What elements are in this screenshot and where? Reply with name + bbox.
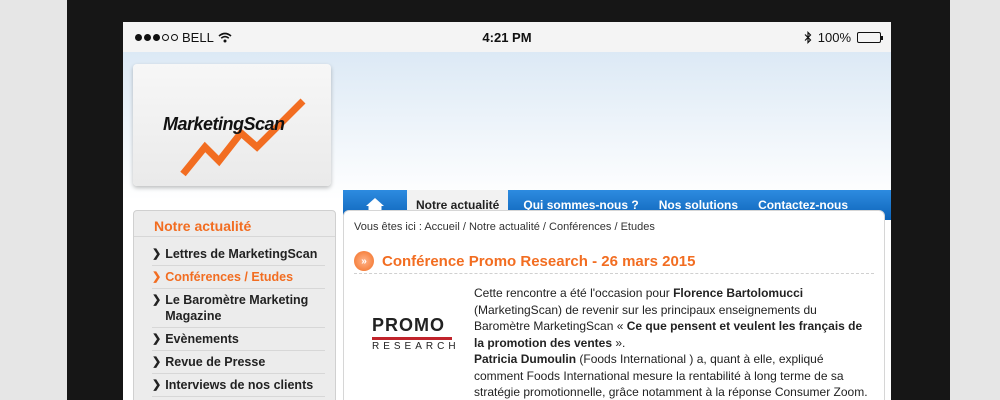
sidebar: Notre actualité ❯ Lettres de MarketingSca… <box>133 210 336 400</box>
double-chevron-icon: » <box>354 251 374 271</box>
sidebar-item-label: Evènements <box>165 332 239 346</box>
sidebar-item-label: Le Baromètre Marketing Magazine <box>165 293 309 323</box>
article-heading: » Conférence Promo Research - 26 mars 20… <box>354 251 695 271</box>
article-paragraph-1: Cette rencontre a été l'occasion pour Fl… <box>474 285 874 351</box>
chevron-right-icon: ❯ <box>152 333 162 345</box>
article-body: Cette rencontre a été l'occasion pour Fl… <box>474 285 874 400</box>
title-divider <box>354 273 874 274</box>
chevron-right-icon: ❯ <box>152 379 162 391</box>
bluetooth-icon <box>804 31 812 44</box>
main-content: Vous êtes ici : Accueil / Notre actualit… <box>343 210 885 400</box>
promo-research-logo: PROMO RESEARCH <box>372 315 460 352</box>
tablet-screen: BELL 4:21 PM 100% MarketingScan Notre ac… <box>123 22 891 400</box>
promo-logo-bottom: RESEARCH <box>372 341 460 352</box>
sidebar-item-evenements[interactable]: ❯ Evènements <box>152 328 325 351</box>
status-right: 100% <box>804 30 883 45</box>
sidebar-item-label: Lettres de MarketingScan <box>165 247 318 261</box>
para1-text-3: ». <box>612 335 626 350</box>
sidebar-menu: ❯ Lettres de MarketingScan ❯ Conférences /… <box>152 243 325 397</box>
breadcrumb: Vous êtes ici : Accueil / Notre actualit… <box>354 221 655 233</box>
battery-icon <box>857 32 883 43</box>
site-logo[interactable]: MarketingScan <box>133 64 331 186</box>
promo-logo-bar <box>372 337 452 340</box>
sidebar-item-revue-presse[interactable]: ❯ Revue de Presse <box>152 351 325 374</box>
status-bar: BELL 4:21 PM 100% <box>123 22 891 52</box>
promo-logo-top: PROMO <box>372 315 446 335</box>
para1-bold-name: Florence Bartolomucci <box>673 286 804 300</box>
chevron-right-icon: ❯ <box>152 294 162 306</box>
chevron-right-icon: ❯ <box>152 248 162 260</box>
battery-percent: 100% <box>817 30 851 45</box>
article-title: Conférence Promo Research - 26 mars 2015 <box>382 252 696 270</box>
logo-arrow-graphic <box>180 98 306 177</box>
chevron-right-icon: ❯ <box>152 271 162 283</box>
para1-text-1: Cette rencontre a été l'occasion pour <box>474 286 674 300</box>
chevron-right-icon: ❯ <box>152 356 162 368</box>
sidebar-item-lettres[interactable]: ❯ Lettres de MarketingScan <box>152 243 325 266</box>
sidebar-item-label: Interviews de nos clients <box>165 378 314 392</box>
status-time: 4:21 PM <box>482 30 532 45</box>
logo-text: MarketingScan <box>163 114 285 134</box>
site-header: MarketingScan Notre actualité Qui sommes… <box>123 52 891 220</box>
sidebar-item-conferences[interactable]: ❯ Conférences / Etudes <box>152 266 325 289</box>
sidebar-item-barometre[interactable]: ❯ Le Baromètre Marketing Magazine <box>152 289 325 328</box>
article-paragraph-2: Patricia Dumoulin (Foods International )… <box>474 351 874 400</box>
sidebar-item-interviews[interactable]: ❯ Interviews de nos clients <box>152 374 325 397</box>
sidebar-title: Notre actualité <box>134 211 335 237</box>
para2-bold-name: Patricia Dumoulin <box>474 352 577 366</box>
sidebar-item-label: Conférences / Etudes <box>165 270 294 284</box>
sidebar-item-label: Revue de Presse <box>165 355 266 369</box>
